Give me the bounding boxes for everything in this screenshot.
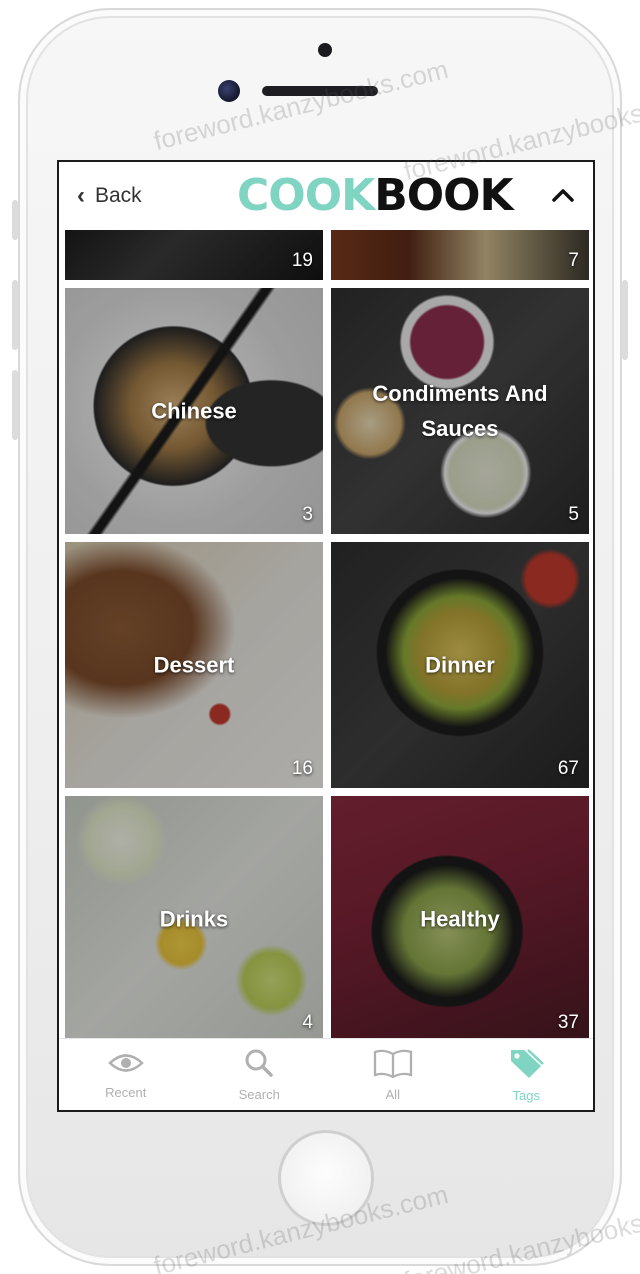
chevron-up-icon[interactable]: [549, 182, 577, 210]
earpiece-speaker: [262, 86, 378, 96]
tab-label: Recent: [105, 1084, 147, 1100]
volume-up-button: [12, 280, 18, 350]
chevron-left-icon: ‹: [77, 182, 85, 209]
tab-label: All: [385, 1086, 400, 1102]
category-count: 3: [302, 504, 313, 525]
tag-icon: [508, 1047, 545, 1084]
category-count: 19: [291, 250, 313, 271]
app-header: ‹ Back COOKBOOK: [59, 162, 593, 230]
category-tile-condiments[interactable]: Condiments And Sauces 5: [331, 288, 589, 534]
category-count: 16: [291, 758, 313, 779]
home-button[interactable]: [278, 1130, 374, 1226]
book-icon: [373, 1048, 413, 1083]
logo-cook: COOK: [237, 170, 375, 221]
category-count: 4: [302, 1012, 313, 1033]
category-count: 5: [568, 504, 579, 525]
tab-label: Tags: [512, 1087, 540, 1103]
category-name: Chinese: [151, 398, 237, 424]
category-name: Condiments And Sauces: [372, 381, 548, 441]
category-grid: 19 7 Chinese 3 Condiments And Sauces 5 D…: [59, 230, 593, 1042]
category-name: Dinner: [425, 652, 495, 678]
category-tile-healthy[interactable]: Healthy 37: [331, 796, 589, 1042]
proximity-sensor: [318, 43, 332, 57]
logo-book: BOOK: [374, 170, 513, 221]
tab-all[interactable]: All: [326, 1039, 460, 1110]
bottom-tab-bar: Recent Search All Tags: [59, 1038, 593, 1110]
category-count: 37: [557, 1012, 579, 1033]
category-name: Drinks: [159, 906, 229, 932]
category-tile-chinese[interactable]: Chinese 3: [65, 288, 323, 534]
category-tile[interactable]: 19: [65, 230, 323, 280]
tab-search[interactable]: Search: [193, 1039, 327, 1110]
category-tile-drinks[interactable]: Drinks 4: [65, 796, 323, 1042]
category-tile[interactable]: 7: [331, 230, 589, 280]
app-logo: COOKBOOK: [237, 174, 514, 218]
front-camera: [218, 80, 240, 102]
category-tile-dessert[interactable]: Dessert 16: [65, 542, 323, 788]
mute-switch: [12, 200, 18, 240]
back-button[interactable]: ‹ Back: [77, 184, 142, 208]
tab-label: Search: [238, 1086, 280, 1102]
category-name: Healthy: [420, 906, 500, 932]
category-name: Dessert: [153, 652, 235, 678]
category-count: 67: [557, 758, 579, 779]
power-button: [622, 280, 628, 360]
eye-icon: [107, 1050, 144, 1081]
category-count: 7: [568, 250, 579, 271]
back-label: Back: [95, 184, 142, 207]
app-screen: ‹ Back COOKBOOK 19 7 Chinese 3 Condiment…: [57, 160, 595, 1112]
volume-down-button: [12, 370, 18, 440]
search-icon: [244, 1048, 274, 1083]
tab-recent[interactable]: Recent: [59, 1039, 193, 1110]
tab-tags[interactable]: Tags: [460, 1039, 594, 1110]
category-tile-dinner[interactable]: Dinner 67: [331, 542, 589, 788]
